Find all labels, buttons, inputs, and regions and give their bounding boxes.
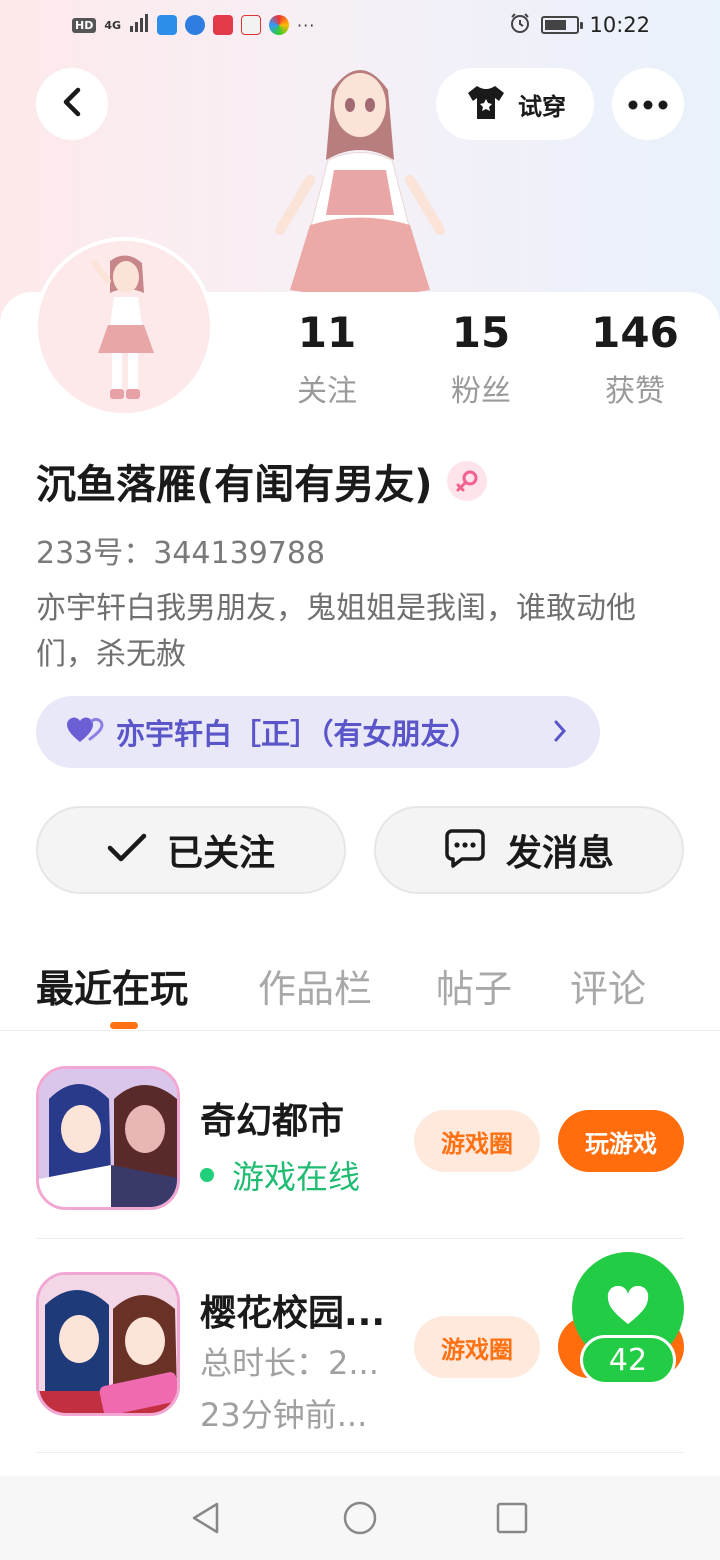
relation-link[interactable]: 亦宇轩白［正］（有女朋友）	[36, 696, 600, 768]
heart-pair-icon	[66, 715, 104, 749]
map-pin-app-icon	[241, 15, 262, 35]
following-label: 关注	[297, 374, 357, 409]
list-item[interactable]: 奇幻都市 游戏在线 游戏圈 玩游戏	[0, 1066, 720, 1216]
nav-back-icon[interactable]	[186, 1498, 226, 1538]
checkmark-icon	[107, 833, 147, 867]
game-circle-button[interactable]: 游戏圈	[414, 1316, 540, 1378]
system-navigation-bar	[0, 1476, 720, 1560]
game-title: 樱花校园...	[200, 1293, 386, 1334]
status-icons-right: 10:22	[509, 12, 650, 38]
more-dots-icon	[628, 95, 668, 114]
fans-label: 粉丝	[451, 374, 511, 409]
nav-recent-apps-icon[interactable]	[492, 1498, 532, 1538]
user-id: 233号：344139788	[36, 536, 326, 571]
bio: 亦宇轩白我男朋友，鬼姐姐是我闺，谁敢动他们，杀无赦	[36, 591, 636, 672]
following-stat[interactable]: 11 关注	[267, 308, 387, 410]
more-notifications-icon: ···	[297, 15, 316, 35]
online-status-label: 游戏在线	[232, 1158, 361, 1196]
tshirt-icon	[464, 83, 508, 125]
browser-app-icon	[185, 15, 206, 35]
female-gender-icon	[446, 461, 487, 501]
network-indicator: 4G	[104, 18, 122, 32]
avatar[interactable]	[34, 237, 214, 417]
likes-stat[interactable]: 146 获赞	[575, 308, 695, 410]
clock: 10:22	[589, 13, 650, 37]
chevron-right-icon	[552, 718, 568, 748]
tab-posts[interactable]: 帖子	[436, 958, 512, 1013]
tab-recently-played[interactable]: 最近在玩	[36, 958, 188, 1013]
send-message-button[interactable]: 发消息	[374, 806, 684, 894]
book-app-icon	[213, 15, 234, 35]
last-played-time: 23分钟前...	[200, 1396, 368, 1434]
likes-label: 获赞	[605, 374, 665, 409]
following-count: 11	[297, 308, 357, 357]
back-button[interactable]	[36, 68, 108, 140]
fans-stat[interactable]: 15 粉丝	[421, 308, 541, 410]
weather-app-icon	[157, 15, 178, 35]
nickname-row: 沉鱼落雁(有闺有男友)	[36, 452, 487, 510]
nickname: 沉鱼落雁(有闺有男友)	[36, 462, 433, 508]
chevron-left-icon	[59, 87, 85, 121]
followed-label: 已关注	[166, 833, 275, 874]
more-options-button[interactable]	[612, 68, 684, 140]
heart-icon	[606, 1285, 650, 1330]
try-on-label: 试穿	[518, 92, 566, 121]
chat-bubble-icon	[444, 828, 486, 872]
try-on-button[interactable]: 试穿	[436, 68, 594, 140]
status-icons-left: HD 4G ···	[72, 14, 315, 36]
character-figure	[270, 50, 450, 300]
game-icon[interactable]	[36, 1272, 180, 1416]
game-icon[interactable]	[36, 1066, 180, 1210]
hd-indicator: HD	[72, 17, 97, 33]
like-count-badge: 42	[580, 1335, 676, 1385]
divider	[0, 1030, 720, 1031]
profile-tabs: 最近在玩 作品栏 帖子 评论	[0, 950, 720, 1030]
divider	[36, 1452, 684, 1453]
fans-count: 15	[451, 308, 511, 357]
status-bar: HD 4G ··· 10:22	[0, 0, 720, 56]
play-game-button[interactable]: 玩游戏	[558, 1110, 684, 1172]
tab-comments[interactable]: 评论	[570, 958, 646, 1013]
online-status: 游戏在线	[200, 1152, 360, 1198]
likes-count: 146	[591, 308, 679, 357]
followed-button[interactable]: 已关注	[36, 806, 346, 894]
color-app-icon	[269, 15, 290, 35]
alarm-icon	[509, 12, 531, 38]
game-circle-button[interactable]: 游戏圈	[414, 1110, 540, 1172]
active-tab-indicator	[110, 1022, 138, 1029]
send-message-label: 发消息	[505, 833, 614, 874]
play-duration: 总时长：2...	[200, 1344, 379, 1382]
nav-home-icon[interactable]	[340, 1498, 380, 1538]
game-title: 奇幻都市	[200, 1101, 345, 1142]
relation-label: 亦宇轩白［正］（有女朋友）	[116, 717, 479, 751]
signal-icon	[129, 14, 149, 36]
online-dot-icon	[200, 1168, 214, 1182]
tab-works[interactable]: 作品栏	[258, 958, 372, 1013]
divider	[36, 1238, 684, 1239]
battery-icon	[541, 16, 584, 34]
